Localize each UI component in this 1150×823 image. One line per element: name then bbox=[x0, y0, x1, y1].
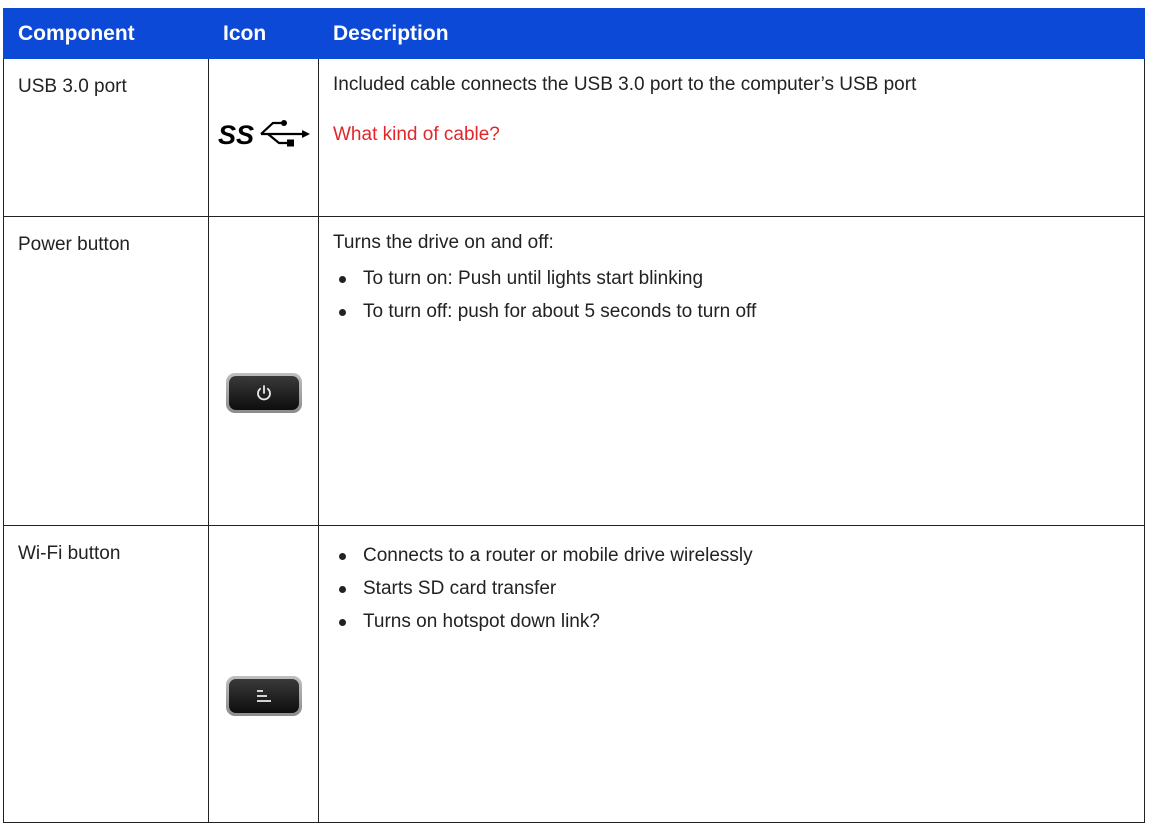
list-item: Starts SD card transfer bbox=[333, 577, 1134, 601]
component-name: USB 3.0 port bbox=[18, 76, 127, 97]
table-row: Wi-Fi button Connects to a router or mob… bbox=[3, 525, 1145, 823]
header-component: Component bbox=[3, 8, 209, 59]
list-item: Turns on hotspot down link? bbox=[333, 610, 1134, 634]
component-cell: USB 3.0 port bbox=[3, 58, 209, 217]
icon-cell bbox=[208, 216, 319, 526]
power-button-icon bbox=[225, 373, 302, 413]
component-cell: Wi-Fi button bbox=[3, 525, 209, 823]
components-table: Component Icon Description USB 3.0 port … bbox=[3, 8, 1145, 823]
description-cell: Turns the drive on and off: To turn on: … bbox=[318, 216, 1145, 526]
bullet-icon bbox=[339, 276, 346, 283]
icon-cell bbox=[208, 525, 319, 823]
description-cell: Included cable connects the USB 3.0 port… bbox=[318, 58, 1145, 217]
bullet-icon bbox=[339, 309, 346, 316]
bullet-icon bbox=[339, 619, 346, 626]
header-description: Description bbox=[318, 8, 1145, 59]
table-row: USB 3.0 port SS Included cable connects … bbox=[3, 58, 1145, 217]
bullet-icon bbox=[339, 553, 346, 560]
list-item: Connects to a router or mobile drive wir… bbox=[333, 544, 1134, 568]
component-name: Power button bbox=[18, 234, 130, 255]
table-row: Power button Turns the drive on and off:… bbox=[3, 216, 1145, 526]
header-icon: Icon bbox=[208, 8, 319, 59]
description-cell: Connects to a router or mobile drive wir… bbox=[318, 525, 1145, 823]
bullet-list: To turn on: Push until lights start blin… bbox=[333, 267, 1134, 324]
component-cell: Power button bbox=[3, 216, 209, 526]
review-note: What kind of cable? bbox=[333, 124, 500, 145]
bullet-list: Connects to a router or mobile drive wir… bbox=[333, 544, 1134, 634]
component-name: Wi-Fi button bbox=[18, 543, 121, 564]
description-text: Included cable connects the USB 3.0 port… bbox=[333, 74, 917, 95]
list-item: To turn on: Push until lights start blin… bbox=[333, 267, 1134, 291]
bullet-icon bbox=[339, 586, 346, 593]
table-header-row: Component Icon Description bbox=[3, 8, 1145, 59]
description-text: Turns the drive on and off: bbox=[333, 232, 554, 253]
icon-cell: SS bbox=[208, 58, 319, 217]
list-item: To turn off: push for about 5 seconds to… bbox=[333, 300, 1134, 324]
usb-superspeed-icon: SS bbox=[216, 120, 312, 159]
wifi-button-icon bbox=[225, 676, 302, 716]
svg-text:SS: SS bbox=[218, 120, 254, 150]
